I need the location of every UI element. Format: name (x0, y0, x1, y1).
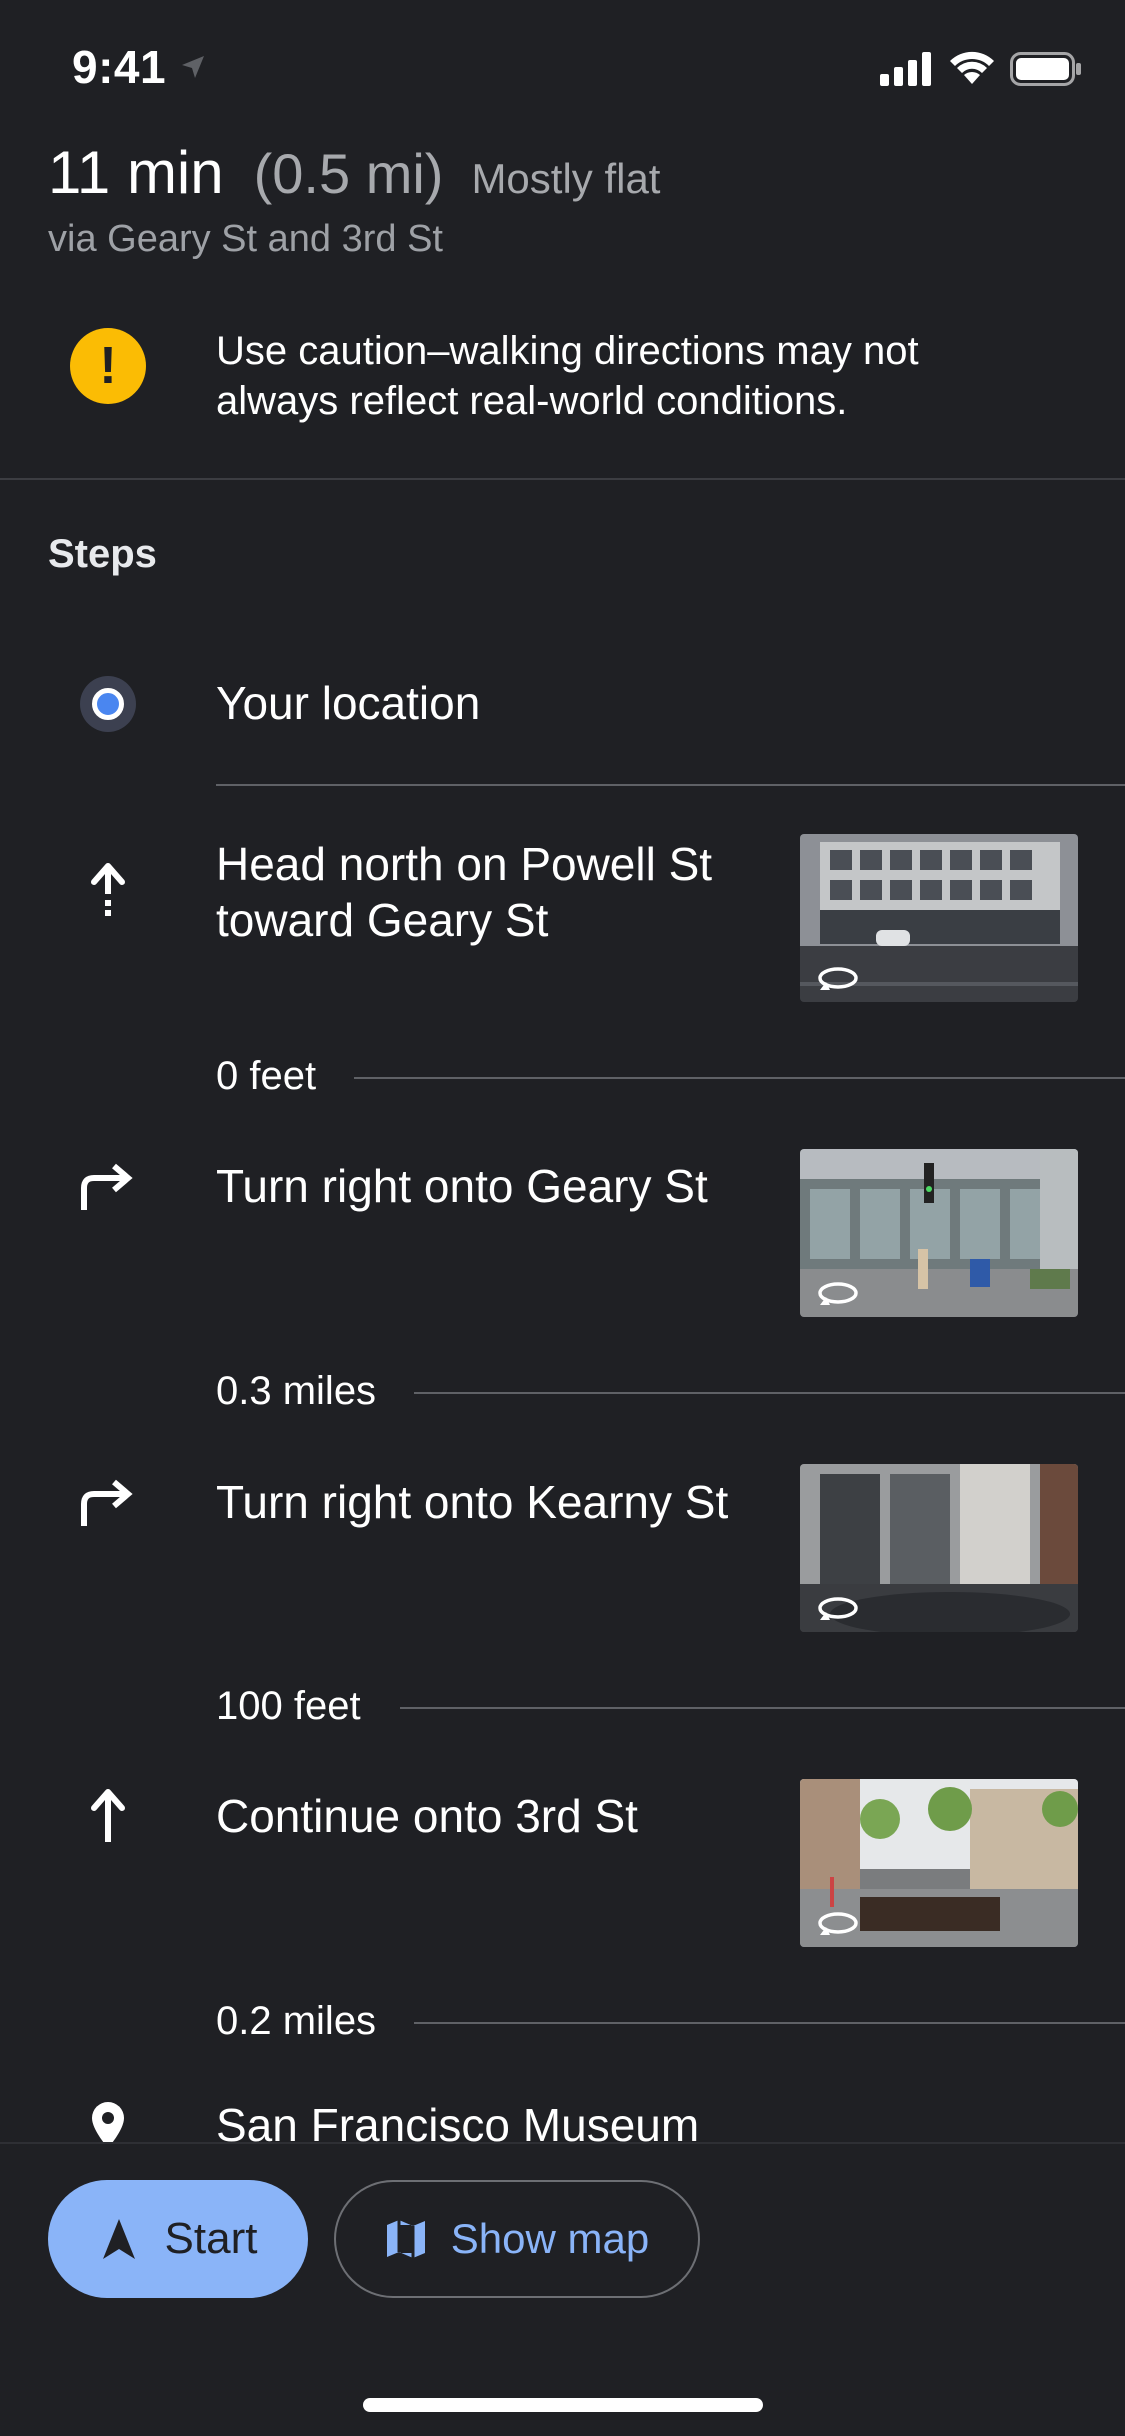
step-instruction[interactable]: Turn right onto Geary St (216, 1158, 776, 1214)
route-distance: (0.5 mi) (253, 142, 444, 205)
route-duration: 11 min (48, 139, 224, 206)
turn-right-icon (81, 1163, 133, 1210)
street-view-thumbnail[interactable] (800, 1149, 1078, 1317)
show-map-button-label: Show map (450, 2215, 650, 2262)
screen: 9:41 11 min (0.5 mi) Mostly flat via Gea… (0, 0, 1125, 2436)
route-terrain: Mostly flat (471, 155, 661, 202)
battery-icon (1010, 52, 1081, 86)
steps-heading: Steps (48, 532, 157, 576)
step-instruction[interactable]: Turn right onto Kearny St (216, 1474, 796, 1530)
turn-right-icon (81, 1479, 133, 1526)
show-map-button[interactable]: Show map (334, 2180, 700, 2298)
status-time: 9:41 (72, 41, 167, 93)
divider (354, 1077, 1125, 1079)
route-via: via Geary St and 3rd St (48, 218, 443, 260)
step-distance: 0.2 miles (216, 1999, 377, 2043)
divider (400, 1707, 1125, 1709)
map-icon (386, 2220, 425, 2258)
street-view-thumbnail[interactable] (800, 834, 1078, 1002)
rotate-360-icon (818, 1912, 858, 1935)
step-instruction[interactable]: Continue onto 3rd St (216, 1788, 776, 1844)
start-button-label: Start (164, 2214, 258, 2263)
divider (0, 478, 1125, 480)
location-arrow-icon (182, 56, 204, 78)
origin-label[interactable]: Your location (216, 676, 480, 730)
your-location-dot-icon (80, 676, 136, 732)
rotate-360-icon (818, 967, 858, 990)
warning-text: Use caution–walking directions may not a… (216, 329, 919, 423)
home-indicator[interactable] (363, 2398, 763, 2412)
divider (414, 2022, 1125, 2024)
step-distance: 0.3 miles (216, 1369, 377, 1413)
rotate-360-icon (818, 1282, 858, 1305)
route-summary: 11 min (0.5 mi) Mostly flat (48, 138, 660, 208)
step-instruction[interactable]: Head north on Powell St toward Geary St (216, 836, 776, 948)
straight-arrow-icon (91, 1789, 125, 1842)
cellular-signal-icon (880, 52, 931, 86)
step-distance: 100 feet (216, 1684, 361, 1728)
street-view-thumbnail[interactable] (800, 1464, 1078, 1632)
navigation-arrow-icon (102, 2219, 135, 2259)
divider (216, 784, 1125, 786)
status-bar: 9:41 (0, 0, 1125, 140)
wifi-icon (950, 51, 994, 84)
street-view-thumbnail[interactable] (800, 1779, 1078, 1947)
step-distance: 0 feet (216, 1054, 317, 1098)
straight-dashed-arrow-icon (91, 863, 125, 916)
divider (414, 1392, 1125, 1394)
start-button[interactable]: Start (48, 2180, 308, 2298)
rotate-360-icon (818, 1597, 858, 1620)
warning-icon: ! (70, 328, 146, 404)
